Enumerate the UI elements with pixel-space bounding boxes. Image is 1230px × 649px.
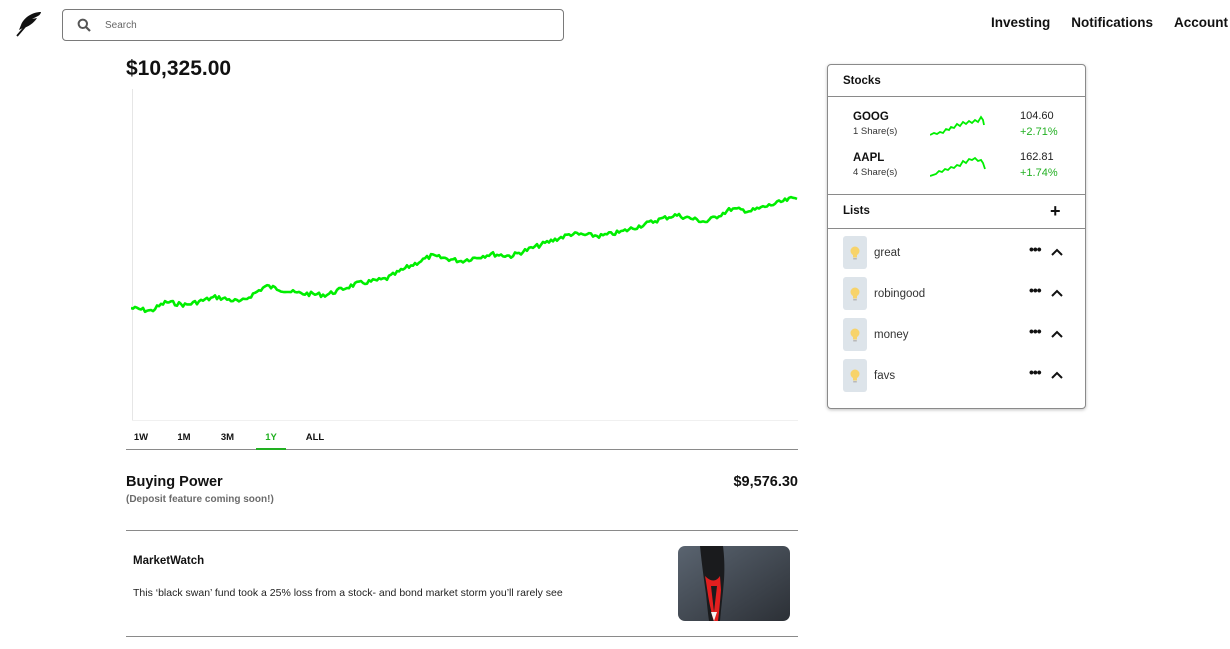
list-item-robingood[interactable]: robingood ••• — [828, 277, 1085, 311]
stock-symbol: GOOG — [853, 111, 889, 123]
portfolio-line — [131, 195, 798, 314]
range-1y[interactable]: 1Y — [256, 432, 286, 450]
stock-price: 104.60 — [1020, 110, 1054, 122]
list-name: great — [874, 247, 901, 259]
stock-shares: 1 Share(s) — [853, 126, 898, 137]
news-headline[interactable]: This ‘black swan’ fund took a 25% loss f… — [133, 587, 563, 599]
nav-account[interactable]: Account — [1174, 15, 1228, 30]
stocks-heading: Stocks — [828, 65, 1085, 97]
lists-heading-row: Lists + — [828, 194, 1085, 229]
plus-icon[interactable]: + — [1050, 202, 1061, 220]
stock-change: +2.71% — [1020, 126, 1058, 138]
stock-shares: 4 Share(s) — [853, 167, 898, 178]
range-selector: 1W 1M 3M 1Y ALL — [126, 428, 798, 450]
range-all[interactable]: ALL — [305, 432, 325, 450]
feather-logo-icon[interactable] — [15, 11, 43, 37]
portfolio-value: $10,325.00 — [126, 57, 232, 80]
sparkline — [930, 156, 986, 177]
divider — [126, 636, 798, 637]
buying-power-title: Buying Power — [126, 474, 223, 490]
chevron-up-icon[interactable] — [1050, 369, 1064, 381]
stock-row-aapl[interactable]: AAPL 4 Share(s) 162.81 +1.74% — [828, 149, 1085, 185]
range-1w[interactable]: 1W — [132, 432, 150, 450]
chevron-up-icon[interactable] — [1050, 287, 1064, 299]
lightbulb-icon — [843, 236, 867, 269]
search-input[interactable] — [105, 19, 525, 31]
more-options-icon[interactable]: ••• — [1029, 282, 1042, 298]
chevron-up-icon[interactable] — [1050, 328, 1064, 340]
chevron-up-icon[interactable] — [1050, 246, 1064, 258]
sparkline — [930, 115, 985, 136]
search-icon — [77, 18, 91, 32]
divider — [126, 530, 798, 531]
more-options-icon[interactable]: ••• — [1029, 323, 1042, 339]
lightbulb-icon — [843, 359, 867, 392]
lightbulb-icon — [843, 318, 867, 351]
buying-power-value: $9,576.30 — [733, 474, 798, 490]
list-item-money[interactable]: money ••• — [828, 318, 1085, 352]
lists-heading: Lists — [843, 205, 870, 217]
list-name: favs — [874, 370, 896, 382]
more-options-icon[interactable]: ••• — [1029, 364, 1042, 380]
black-swan-image[interactable] — [678, 546, 790, 621]
list-name: robingood — [874, 288, 926, 300]
range-3m[interactable]: 3M — [219, 432, 236, 450]
news-source[interactable]: MarketWatch — [133, 555, 204, 567]
list-item-great[interactable]: great ••• — [828, 236, 1085, 270]
list-item-favs[interactable]: favs ••• — [828, 359, 1085, 393]
stock-row-goog[interactable]: GOOG 1 Share(s) 104.60 +2.71% — [828, 108, 1085, 144]
range-1m[interactable]: 1M — [176, 432, 192, 450]
search-bar[interactable] — [62, 9, 564, 41]
more-options-icon[interactable]: ••• — [1029, 241, 1042, 257]
buying-power-subtitle: (Deposit feature coming soon!) — [126, 494, 274, 505]
stock-price: 162.81 — [1020, 151, 1054, 163]
nav-investing[interactable]: Investing — [991, 15, 1050, 30]
stock-symbol: AAPL — [853, 152, 885, 164]
top-nav: Investing Notifications Account — [991, 15, 1230, 30]
watchlist-panel: Stocks GOOG 1 Share(s) 104.60 +2.71% AAP… — [827, 64, 1086, 409]
stock-change: +1.74% — [1020, 167, 1058, 179]
list-name: money — [874, 329, 909, 341]
lightbulb-icon — [843, 277, 867, 310]
nav-notifications[interactable]: Notifications — [1071, 15, 1153, 30]
portfolio-chart[interactable] — [131, 89, 799, 422]
